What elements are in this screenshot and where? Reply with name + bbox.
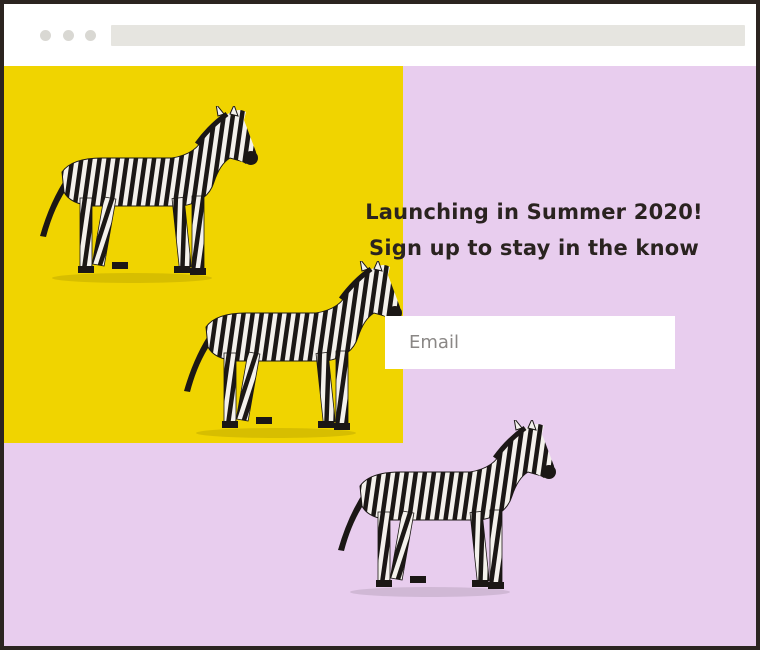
window-dot-icon[interactable] bbox=[40, 30, 51, 41]
hero-headline: Launching in Summer 2020! Sign up to sta… bbox=[334, 194, 734, 266]
zebra-figurine-icon bbox=[32, 106, 264, 286]
zebra-figurine-icon bbox=[330, 420, 562, 600]
address-bar[interactable] bbox=[111, 25, 745, 46]
browser-chrome bbox=[4, 4, 756, 66]
hero-section: Launching in Summer 2020! Sign up to sta… bbox=[4, 66, 756, 646]
email-field[interactable] bbox=[385, 316, 675, 369]
headline-line-2: Sign up to stay in the know bbox=[369, 236, 699, 260]
window-dot-icon[interactable] bbox=[63, 30, 74, 41]
headline-line-1: Launching in Summer 2020! bbox=[365, 200, 703, 224]
zebra-figurine-icon bbox=[176, 261, 408, 441]
browser-window: Launching in Summer 2020! Sign up to sta… bbox=[4, 4, 756, 646]
window-dot-icon[interactable] bbox=[85, 30, 96, 41]
